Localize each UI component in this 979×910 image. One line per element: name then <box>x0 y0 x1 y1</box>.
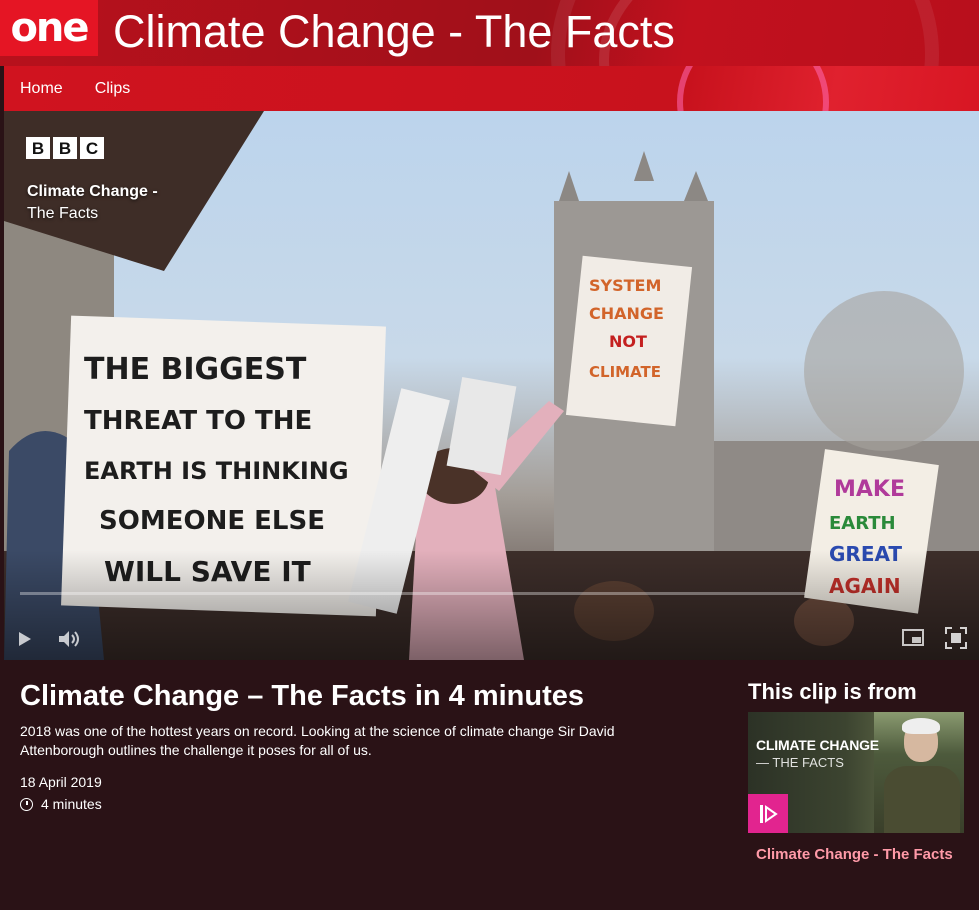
logo-text: one <box>10 5 89 51</box>
bbc-logo: B B C <box>26 137 104 159</box>
clip-info: Climate Change – The Facts in 4 minutes … <box>4 660 979 910</box>
card-title: CLIMATE CHANGE <box>756 737 879 753</box>
play-icon[interactable] <box>18 631 32 650</box>
programme-card[interactable]: CLIMATE CHANGE — THE FACTS <box>748 712 964 833</box>
nav-decoration <box>677 66 829 111</box>
overlay-title-line2: The Facts <box>27 205 99 222</box>
card-subtitle: — THE FACTS <box>756 755 844 770</box>
nav-item-clips[interactable]: Clips <box>95 80 131 98</box>
volume-icon[interactable] <box>58 630 82 651</box>
nav-item-home[interactable]: Home <box>20 80 63 98</box>
sign-text: THE BIGGEST <box>84 352 307 387</box>
picture-in-picture-icon[interactable] <box>902 629 924 650</box>
video-overlay-title: Climate Change - The Facts <box>27 181 158 225</box>
clip-description: 2018 was one of the hottest years on rec… <box>20 723 615 758</box>
overlay-title-line1: Climate Change - <box>27 183 158 200</box>
spire-shape <box>634 151 654 181</box>
sign-text: EARTH <box>829 513 896 534</box>
from-heading: This clip is from <box>748 679 917 704</box>
fullscreen-icon[interactable] <box>945 627 967 652</box>
clock-icon <box>20 797 33 811</box>
video-shade <box>4 550 979 660</box>
clip-date: 18 April 2019 <box>20 774 102 790</box>
sign-text: NOT <box>609 332 647 351</box>
sign-text: CHANGE <box>589 304 664 323</box>
page: one Climate Change - The Facts Home Clip… <box>0 0 979 910</box>
presenter-hair <box>902 718 940 734</box>
sign-text: SYSTEM <box>589 276 661 295</box>
header: one Climate Change - The Facts <box>0 0 979 66</box>
programme-link[interactable]: Climate Change - The Facts <box>756 844 956 866</box>
progress-bar[interactable] <box>20 592 805 595</box>
iplayer-icon <box>748 794 788 833</box>
brand-title[interactable]: Climate Change - The Facts <box>113 4 675 60</box>
tree-shape <box>804 291 964 451</box>
clip-duration: 4 minutes <box>20 796 102 812</box>
bbc-letter: C <box>80 137 104 159</box>
nav-bar: Home Clips <box>4 66 979 111</box>
spire-shape <box>559 171 579 201</box>
presenter-body <box>884 766 960 833</box>
channel-logo[interactable]: one <box>0 0 98 56</box>
sign-text: EARTH IS THINKING <box>84 457 349 485</box>
sign-text: SOMEONE ELSE <box>99 506 325 536</box>
bbc-letter: B <box>26 137 50 159</box>
spire-shape <box>684 171 708 201</box>
video-player[interactable]: THE BIGGEST THREAT TO THE EARTH IS THINK… <box>4 111 979 660</box>
sign-text: MAKE <box>834 477 905 502</box>
presenter-image <box>874 712 964 833</box>
clip-title: Climate Change – The Facts in 4 minutes <box>20 680 585 712</box>
duration-text: 4 minutes <box>41 796 102 812</box>
bbc-letter: B <box>53 137 77 159</box>
sign-text: CLIMATE <box>589 363 661 381</box>
sign-text: THREAT TO THE <box>84 406 312 436</box>
